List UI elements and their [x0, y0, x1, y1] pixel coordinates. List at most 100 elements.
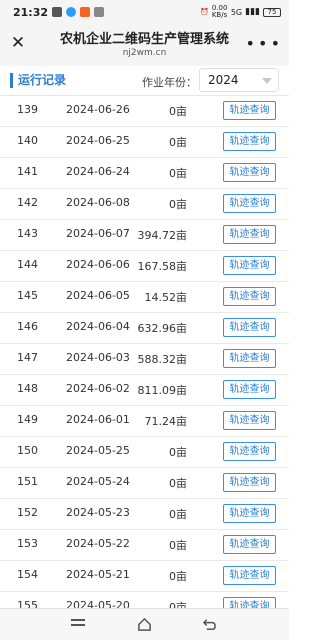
table-row: 141 2024-06-24 0亩 轨迹查询	[0, 158, 289, 189]
row-area: 0亩	[169, 105, 187, 118]
track-query-button[interactable]: 轨迹查询	[223, 349, 276, 368]
app-notification-icon	[52, 7, 63, 17]
status-right: ⏰ 0.00 KB/s 5G ▮▮▮ 75	[200, 5, 281, 19]
menu-icon[interactable]	[71, 619, 85, 630]
track-query-button[interactable]: 轨迹查询	[223, 597, 276, 608]
row-area: 0亩	[169, 198, 187, 211]
table-row: 142 2024-06-08 0亩 轨迹查询	[0, 189, 289, 220]
row-number: 151	[17, 475, 38, 488]
track-query-button[interactable]: 轨迹查询	[223, 194, 276, 213]
page-title: 农机企业二维码生产管理系统	[59, 32, 229, 47]
row-date: 2024-06-07	[66, 227, 130, 240]
row-number: 144	[17, 258, 38, 271]
row-area: 0亩	[169, 539, 187, 552]
track-query-button[interactable]: 轨迹查询	[223, 225, 276, 244]
row-area: 0亩	[169, 446, 187, 459]
row-date: 2024-06-25	[66, 134, 130, 147]
table-row: 146 2024-06-04 632.96亩 轨迹查询	[0, 313, 289, 344]
table-row: 148 2024-06-02 811.09亩 轨迹查询	[0, 375, 289, 406]
track-query-button[interactable]: 轨迹查询	[223, 380, 276, 399]
track-query-button[interactable]: 轨迹查询	[223, 101, 276, 120]
table-row: 145 2024-06-05 14.52亩 轨迹查询	[0, 282, 289, 313]
table-row: 147 2024-06-03 588.32亩 轨迹查询	[0, 344, 289, 375]
track-query-button[interactable]: 轨迹查询	[223, 318, 276, 337]
battery-icon: 75	[263, 7, 281, 17]
row-area: 0亩	[169, 508, 187, 521]
page-url: nj2wm.cn	[122, 48, 167, 58]
row-number: 143	[17, 227, 38, 240]
table-row: 154 2024-05-21 0亩 轨迹查询	[0, 561, 289, 592]
row-date: 2024-06-08	[66, 196, 130, 209]
track-query-button[interactable]: 轨迹查询	[223, 411, 276, 430]
row-date: 2024-06-02	[66, 382, 130, 395]
row-number: 148	[17, 382, 38, 395]
track-query-button[interactable]: 轨迹查询	[223, 566, 276, 585]
record-table[interactable]: 139 2024-06-26 0亩 轨迹查询 140 2024-06-25 0亩 轨迹查询 14…	[0, 96, 289, 608]
notification-icons	[52, 7, 105, 17]
table-row: 143 2024-06-07 394.72亩 轨迹查询	[0, 220, 289, 251]
track-query-button[interactable]: 轨迹查询	[223, 163, 276, 182]
status-bar: 21:32 ⏰ 0.00 KB/s 5G ▮▮▮ 75	[0, 0, 289, 24]
row-number: 155	[17, 599, 38, 608]
row-number: 150	[17, 444, 38, 457]
row-date: 2024-06-24	[66, 165, 130, 178]
row-date: 2024-05-25	[66, 444, 130, 457]
row-number: 146	[17, 320, 38, 333]
row-number: 154	[17, 568, 38, 581]
table-row: 153 2024-05-22 0亩 轨迹查询	[0, 530, 289, 561]
row-area: 0亩	[169, 601, 187, 608]
row-area: 0亩	[169, 477, 187, 490]
track-query-button[interactable]: 轨迹查询	[223, 132, 276, 151]
link-notification-icon	[94, 7, 105, 17]
track-query-button[interactable]: 轨迹查询	[223, 535, 276, 554]
row-area: 14.52亩	[144, 291, 188, 304]
table-row: 152 2024-05-23 0亩 轨迹查询	[0, 499, 289, 530]
row-date: 2024-06-04	[66, 320, 130, 333]
row-date: 2024-05-21	[66, 568, 130, 581]
track-query-button[interactable]: 轨迹查询	[223, 256, 276, 275]
status-time: 21:32	[13, 5, 49, 19]
row-number: 152	[17, 506, 38, 519]
track-query-button[interactable]: 轨迹查询	[223, 473, 276, 492]
chevron-down-icon	[262, 78, 272, 84]
home-icon[interactable]	[137, 617, 152, 632]
row-area: 0亩	[169, 136, 187, 149]
more-options-icon[interactable]: • • •	[246, 34, 280, 53]
row-number: 139	[17, 103, 38, 116]
row-date: 2024-06-01	[66, 413, 130, 426]
signal-icon: ▮▮▮	[245, 7, 260, 17]
network-speed: 0.00 KB/s	[211, 4, 228, 19]
row-number: 153	[17, 537, 38, 550]
row-number: 149	[17, 413, 38, 426]
row-area: 0亩	[169, 570, 187, 583]
year-select[interactable]: 2024	[199, 68, 279, 92]
signal-label: 5G	[230, 7, 243, 17]
row-area: 394.72亩	[137, 229, 188, 242]
row-area: 588.32亩	[137, 353, 188, 366]
row-number: 142	[17, 196, 38, 209]
track-query-button[interactable]: 轨迹查询	[223, 504, 276, 523]
weibo-notification-icon	[80, 7, 91, 17]
row-date: 2024-05-24	[66, 475, 130, 488]
row-date: 2024-05-23	[66, 506, 130, 519]
track-query-button[interactable]: 轨迹查询	[223, 287, 276, 306]
row-date: 2024-06-05	[66, 289, 130, 302]
row-date: 2024-05-22	[66, 537, 130, 550]
table-row: 144 2024-06-06 167.58亩 轨迹查询	[0, 251, 289, 282]
close-icon[interactable]: ✕	[8, 33, 28, 53]
row-date: 2024-06-26	[66, 103, 130, 116]
back-icon[interactable]	[202, 617, 217, 632]
row-area: 632.96亩	[137, 322, 188, 335]
table-row: 151 2024-05-24 0亩 轨迹查询	[0, 468, 289, 499]
row-date: 2024-06-06	[66, 258, 130, 271]
row-area: 71.24亩	[144, 415, 188, 428]
bottom-nav	[0, 608, 289, 640]
row-date: 2024-05-20	[66, 599, 130, 608]
section-title: 运行记录	[10, 73, 66, 88]
track-query-button[interactable]: 轨迹查询	[223, 442, 276, 461]
row-number: 147	[17, 351, 38, 364]
table-row: 140 2024-06-25 0亩 轨迹查询	[0, 127, 289, 158]
table-row: 150 2024-05-25 0亩 轨迹查询	[0, 437, 289, 468]
table-row: 149 2024-06-01 71.24亩 轨迹查询	[0, 406, 289, 437]
alarm-icon: ⏰	[200, 8, 209, 16]
